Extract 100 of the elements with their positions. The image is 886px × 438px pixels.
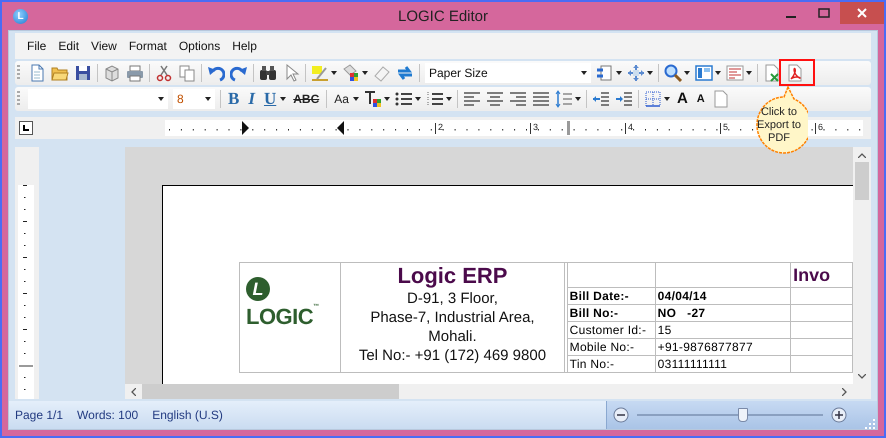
layout-icon[interactable] <box>695 64 713 82</box>
paper-size-dropdown[interactable]: Paper Size <box>425 63 591 83</box>
app-logo: L <box>13 8 28 24</box>
ruler-number: 3 <box>530 122 538 134</box>
line-spacing-icon[interactable] <box>554 90 573 108</box>
tab-stop-icon <box>23 125 29 131</box>
tab-selector[interactable] <box>19 121 33 135</box>
redo-icon[interactable] <box>230 64 248 82</box>
borders-icon[interactable] <box>644 90 662 108</box>
company-address-line: Mohali. <box>427 327 478 346</box>
binoculars-icon[interactable] <box>259 64 277 82</box>
resize-grip-icon[interactable] <box>865 419 875 429</box>
document-icon[interactable] <box>712 90 730 108</box>
dropdown-arrow-icon[interactable] <box>746 71 752 75</box>
dropdown-arrow-icon[interactable] <box>205 97 211 101</box>
paint-bucket-icon[interactable] <box>342 64 360 82</box>
menu-item[interactable]: Options <box>172 39 226 53</box>
scroll-up-icon[interactable] <box>858 153 866 158</box>
slider-thumb[interactable] <box>738 408 748 422</box>
scissors-icon[interactable] <box>155 64 173 82</box>
print-icon[interactable] <box>126 64 144 82</box>
align-right-icon[interactable] <box>508 90 527 108</box>
ruler-number: 6 <box>815 122 824 134</box>
indent-icon[interactable] <box>614 90 633 108</box>
scrollbar-thumb[interactable] <box>142 384 399 399</box>
bullet-list-icon[interactable] <box>394 90 413 108</box>
field-value: NO -27 <box>655 304 791 322</box>
field-value: 15 <box>655 322 791 338</box>
company-name: Logic ERP <box>396 263 508 289</box>
indent-marker[interactable] <box>337 121 344 135</box>
dropdown-arrow-icon[interactable] <box>362 71 368 75</box>
bold-button[interactable]: B <box>226 90 242 108</box>
spreadsheet-icon[interactable] <box>763 64 781 82</box>
logo-mark: L <box>246 277 270 301</box>
scroll-right-icon[interactable] <box>842 388 847 396</box>
menu-item[interactable]: Help <box>226 39 263 53</box>
field-value: 04/04/14 <box>655 288 791 304</box>
vertical-scrollbar[interactable] <box>853 147 871 384</box>
ruler-number: 5 <box>720 122 728 134</box>
status-text: English (U.S) <box>152 408 223 422</box>
horizontal-scrollbar[interactable] <box>125 384 853 399</box>
field-value: +91-9876877877 <box>655 338 791 356</box>
page-arrows-icon[interactable] <box>596 64 614 82</box>
zoom-in-icon[interactable] <box>831 407 847 423</box>
field-value: 03111111111 <box>655 356 791 372</box>
menu-item[interactable]: File <box>21 39 52 53</box>
company-address-line: Phase-7, Industrial Area, <box>369 308 536 327</box>
scroll-left-icon[interactable] <box>131 388 136 396</box>
invoice-heading: Invo <box>793 264 830 284</box>
dropdown-arrow-icon[interactable] <box>384 97 390 101</box>
align-left-icon[interactable] <box>462 90 481 108</box>
text-color-icon[interactable] <box>364 90 382 108</box>
company-address-line: Tel No:- +91 (172) 469 9800 <box>358 346 548 365</box>
dropdown-arrow-icon[interactable] <box>684 71 690 75</box>
dropdown-arrow-icon[interactable] <box>446 97 452 101</box>
dropdown-arrow-icon[interactable] <box>581 71 587 75</box>
justify-icon[interactable] <box>532 90 550 108</box>
shrink-font-button[interactable]: A <box>694 90 707 108</box>
dropdown-arrow-icon[interactable] <box>664 97 670 101</box>
scroll-down-icon[interactable] <box>858 374 866 379</box>
close-icon <box>857 8 867 18</box>
dropdown-arrow-icon[interactable] <box>280 97 286 101</box>
menu-item[interactable]: Edit <box>52 39 86 53</box>
dropdown-arrow-icon[interactable] <box>158 97 164 101</box>
ruler-number: 2 <box>435 122 444 134</box>
field-label: Mobile No:- <box>567 338 656 356</box>
grow-font-button[interactable]: A <box>674 90 690 108</box>
align-center-icon[interactable] <box>486 90 504 108</box>
pdf-icon[interactable] <box>786 64 804 82</box>
numbered-list-icon[interactable] <box>426 90 444 108</box>
change-case-button[interactable]: Aa <box>332 90 351 108</box>
font-size-dropdown[interactable]: 8 <box>173 89 215 109</box>
zoom-out-icon[interactable] <box>613 407 629 423</box>
dropdown-arrow-icon[interactable] <box>414 97 421 101</box>
dropdown-arrow-icon[interactable] <box>715 71 721 75</box>
lines-icon[interactable] <box>726 64 744 82</box>
save-icon[interactable] <box>74 64 92 82</box>
dropdown-arrow-icon[interactable] <box>574 97 581 101</box>
close-button[interactable] <box>840 2 884 24</box>
dropdown-arrow-icon[interactable] <box>331 71 337 75</box>
copy-icon[interactable] <box>178 64 196 82</box>
outdent-icon[interactable] <box>592 90 610 108</box>
field-label: Customer Id:- <box>567 322 656 338</box>
menu-item[interactable]: Format <box>122 39 173 53</box>
scrollbar-thumb[interactable] <box>855 162 869 200</box>
dropdown-arrow-icon[interactable] <box>616 71 622 75</box>
underline-button[interactable]: U <box>262 90 278 108</box>
undo-icon[interactable] <box>207 64 225 82</box>
ruler-number: 4 <box>625 122 634 134</box>
box-icon[interactable] <box>103 64 121 82</box>
menu-item[interactable]: View <box>85 39 123 53</box>
swap-arrows-icon[interactable] <box>396 64 414 82</box>
dropdown-arrow-icon[interactable] <box>647 71 653 75</box>
search-icon[interactable] <box>664 64 682 82</box>
maximize-icon <box>818 8 830 18</box>
dropdown-arrow-icon[interactable] <box>352 97 359 101</box>
strikethrough-button[interactable]: ABC <box>291 90 322 108</box>
highlight-frame <box>779 59 815 86</box>
indent-marker[interactable] <box>242 121 249 135</box>
italic-button[interactable]: I <box>246 90 257 108</box>
